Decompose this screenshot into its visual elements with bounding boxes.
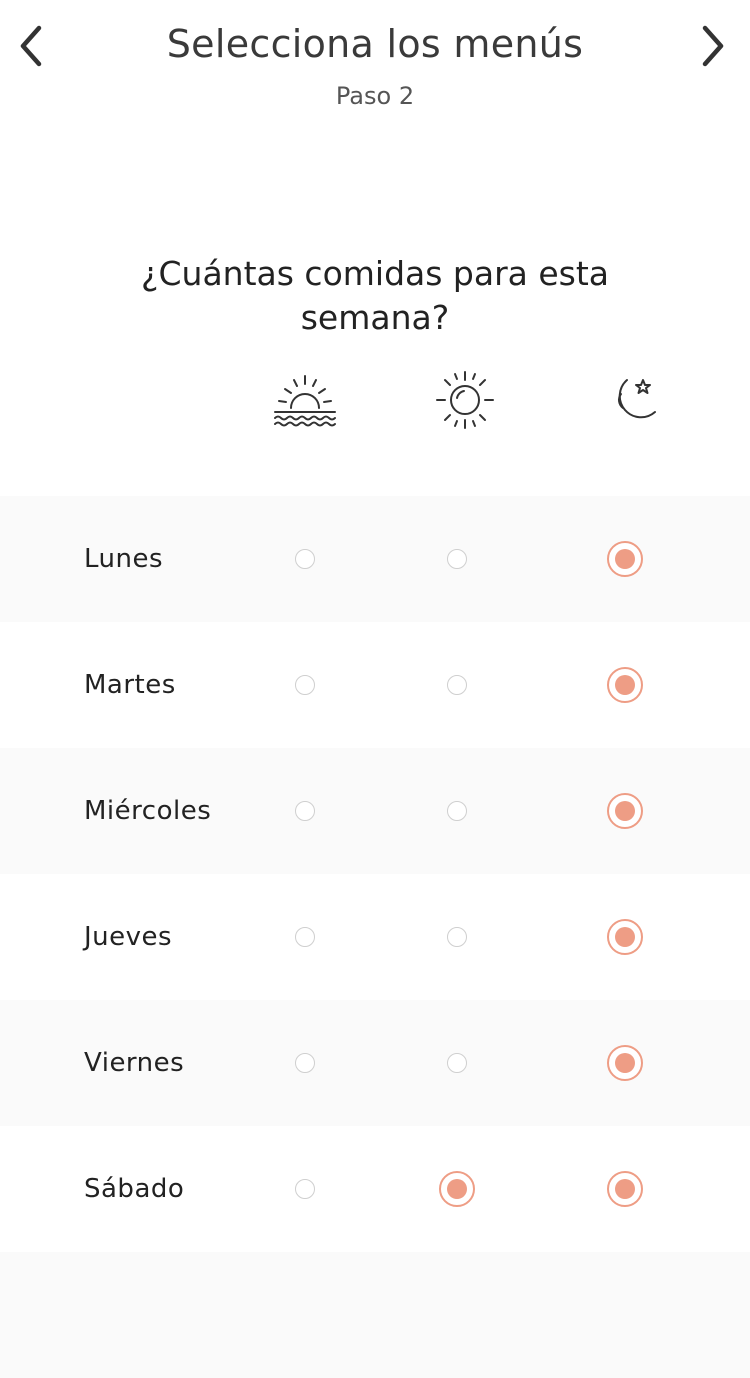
lunch-radio[interactable] (447, 675, 467, 695)
weekday-meal-grid: Lunes Martes Miércoles Jueves Viernes Sá… (0, 496, 750, 1378)
day-row-martes: Martes (0, 622, 750, 748)
day-row-lunes: Lunes (0, 496, 750, 622)
dinner-radio[interactable] (607, 1045, 643, 1081)
breakfast-radio[interactable] (295, 801, 315, 821)
breakfast-radio[interactable] (295, 1179, 315, 1199)
step-label: Paso 2 (335, 82, 415, 110)
chevron-right-icon (702, 25, 724, 67)
breakfast-column-header (268, 368, 342, 432)
breakfast-radio[interactable] (295, 675, 315, 695)
dinner-radio[interactable] (607, 1171, 643, 1207)
breakfast-radio[interactable] (295, 1053, 315, 1073)
lunch-radio[interactable] (447, 549, 467, 569)
page-title: Selecciona los menús (166, 22, 584, 66)
lunch-radio[interactable] (447, 927, 467, 947)
day-label: Martes (84, 670, 176, 700)
dinner-radio[interactable] (607, 919, 643, 955)
dinner-radio[interactable] (607, 793, 643, 829)
lunch-radio[interactable] (439, 1171, 475, 1207)
sunrise-icon (274, 375, 336, 427)
dinner-column-header (594, 368, 668, 432)
sun-icon (436, 371, 494, 429)
lunch-radio[interactable] (447, 801, 467, 821)
day-row-partial (0, 1252, 750, 1378)
moon-star-icon (618, 379, 656, 419)
day-row-jueves: Jueves (0, 874, 750, 1000)
lunch-radio[interactable] (447, 1053, 467, 1073)
dinner-radio[interactable] (607, 541, 643, 577)
day-label: Viernes (84, 1048, 185, 1078)
next-button[interactable] (692, 18, 736, 74)
day-row-sabado: Sábado (0, 1126, 750, 1252)
meals-question: ¿Cuántas comidas para esta semana? (140, 254, 610, 337)
header: Selecciona los menús Paso 2 (0, 0, 750, 130)
day-row-miercoles: Miércoles (0, 748, 750, 874)
breakfast-radio[interactable] (295, 927, 315, 947)
day-label: Jueves (84, 922, 173, 952)
day-label: Sábado (84, 1174, 185, 1204)
breakfast-radio[interactable] (295, 549, 315, 569)
dinner-radio[interactable] (607, 667, 643, 703)
day-label: Miércoles (84, 796, 212, 826)
day-row-viernes: Viernes (0, 1000, 750, 1126)
lunch-column-header (428, 368, 502, 432)
day-label: Lunes (84, 544, 164, 574)
